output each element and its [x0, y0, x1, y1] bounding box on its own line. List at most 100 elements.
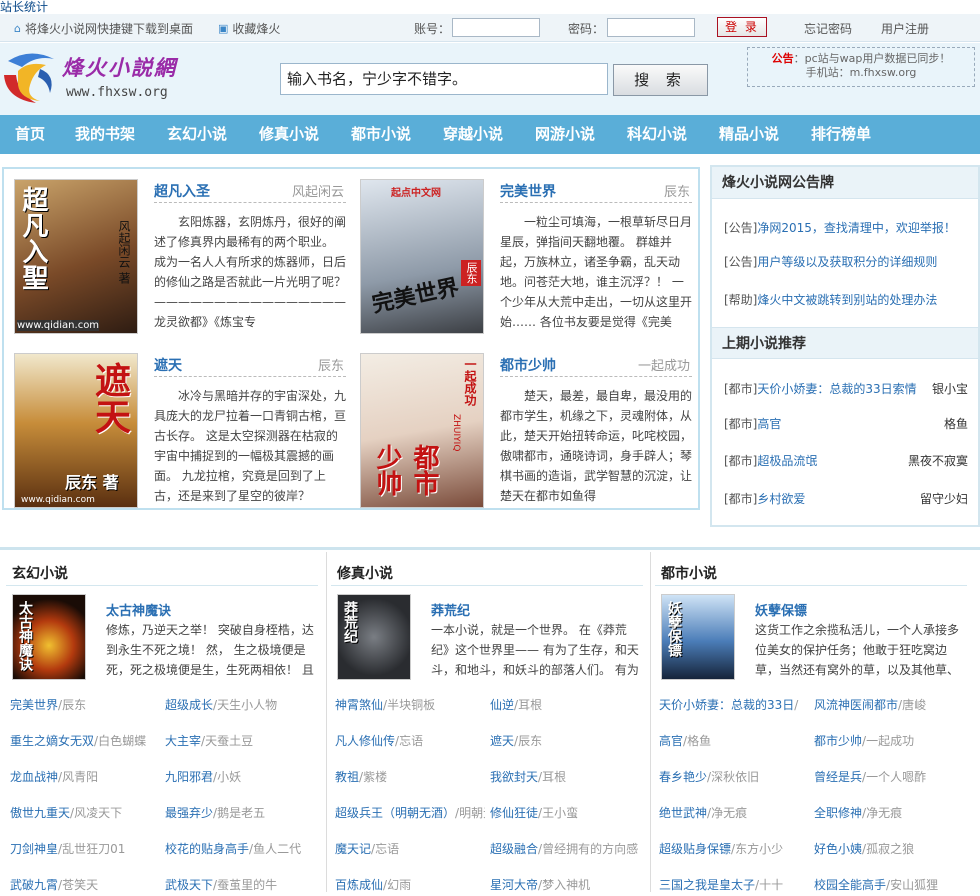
book-link[interactable]: 魔天记/忘语	[335, 838, 485, 860]
announcement-item[interactable]: [公告]净网2015，查找清理中，欢迎举报！	[724, 219, 970, 236]
category-top-cover[interactable]: 太古神魔诀	[12, 594, 86, 680]
book-link[interactable]: 春乡艳少/深秋依旧	[659, 766, 809, 788]
nav-item[interactable]: 都市小说	[351, 115, 411, 154]
book-link[interactable]: 好色小姨/孤寂之狼	[814, 838, 964, 860]
book-link[interactable]: 星河大帝/梦入神机	[490, 874, 640, 896]
book-link[interactable]: 我欲封天/耳根	[490, 766, 640, 788]
category-top-cover[interactable]: 妖孽保镖	[661, 594, 735, 680]
recommend-author: 银小宝	[931, 382, 968, 396]
category-top-title[interactable]: 妖孽保镖	[755, 600, 807, 619]
book-link[interactable]: 都市少帅/一起成功	[814, 730, 964, 752]
announcement-item[interactable]: [帮助]烽火中文被跳转到别站的处理办法	[724, 291, 970, 308]
forgot-password-link[interactable]: 忘记密码	[804, 20, 852, 37]
book-link-title: 星河大帝	[490, 878, 539, 892]
nav-item[interactable]: 我的书架	[75, 115, 135, 154]
book-link-title: 校花的贴身高手	[165, 842, 250, 856]
book-cover[interactable]: 遮天 辰东 著 www.qidian.com	[14, 353, 138, 508]
login-button[interactable]: 登 录	[717, 17, 767, 37]
book-link[interactable]: 修仙狂徒/王小蛮	[490, 802, 640, 824]
book-cover[interactable]: 都市少帅 一起成功 ZHUIYIQ	[360, 353, 484, 508]
nav-item[interactable]: 穿越小说	[443, 115, 503, 154]
book-link[interactable]: 武破九霄/苍笑天	[10, 874, 160, 896]
nav-item[interactable]: 修真小说	[259, 115, 319, 154]
category-title: 玄幻小说	[12, 566, 68, 582]
book-link[interactable]: 九阳邪君/小妖	[165, 766, 315, 788]
register-link[interactable]: 用户注册	[881, 20, 929, 37]
book-link[interactable]: 凡人修仙传/忘语	[335, 730, 485, 752]
book-link[interactable]: 三国之我是皇太子/十十	[659, 874, 809, 896]
cover-title: 都市少帅	[372, 444, 439, 496]
book-link[interactable]: 仙逆/耳根	[490, 694, 640, 716]
recommend-item[interactable]: [都市]高官 格鱼	[724, 415, 968, 432]
category-top-title[interactable]: 太古神魔诀	[106, 600, 171, 619]
book-link-title: 好色小姨	[814, 842, 863, 856]
book-link[interactable]: 重生之嫡女无双/白色蝴蝶	[10, 730, 160, 752]
book-link[interactable]: 遮天/辰东	[490, 730, 640, 752]
book-link[interactable]: 神霄煞仙/半块铜板	[335, 694, 485, 716]
book-link[interactable]: 教祖/紫楼	[335, 766, 485, 788]
nav-item[interactable]: 玄幻小说	[167, 115, 227, 154]
recommend-item[interactable]: [都市]超极品流氓 黑夜不寂寞	[724, 452, 968, 469]
book-title[interactable]: 超凡入圣	[154, 181, 210, 201]
book-author: 风起闲云	[291, 185, 344, 200]
book-link[interactable]: 风流神医闹都市/唐峻	[814, 694, 964, 716]
book-link-title: 龙血战神	[10, 770, 59, 784]
book-title[interactable]: 遮天	[154, 355, 182, 375]
book-link-title: 遮天	[490, 734, 515, 748]
book-cover[interactable]: 完美世界 辰东 起点中文网	[360, 179, 484, 334]
account-input[interactable]	[452, 18, 540, 37]
book-link-author: 耳根	[518, 698, 543, 712]
book-link[interactable]: 超级融合/曾经拥有的方向感	[490, 838, 640, 860]
stat-link[interactable]: 站长统计	[0, 0, 48, 14]
book-link[interactable]: 最强弃少/鹅是老五	[165, 802, 315, 824]
book-link[interactable]: 高官/格鱼	[659, 730, 809, 752]
book-link[interactable]: 大主宰/天蚕土豆	[165, 730, 315, 752]
book-link-title: 修仙狂徒	[490, 806, 539, 820]
bookmark-link[interactable]: ▣ 收藏烽火	[218, 20, 280, 37]
side-panel: 烽火小说网公告牌 [公告]净网2015，查找清理中，欢迎举报！ [公告]用户等级…	[710, 165, 980, 527]
book-cover[interactable]: 超凡入聖 风起闲云 著 www.qidian.com	[14, 179, 138, 334]
book-link[interactable]: 校花的贴身高手/鱼人二代	[165, 838, 315, 860]
category-top-cover[interactable]: 莽荒纪	[337, 594, 411, 680]
book-link[interactable]: 超级成长/天生小人物	[165, 694, 315, 716]
book-link[interactable]: 绝世武神/净无痕	[659, 802, 809, 824]
book-link[interactable]: 武极天下/蚕茧里的牛	[165, 874, 315, 896]
book-link[interactable]: 完美世界/辰东	[10, 694, 160, 716]
book-link[interactable]: 刀剑神皇/乱世狂刀01	[10, 838, 160, 860]
notice-line2: 手机站：m.fhxsw.org	[805, 66, 917, 79]
category-top-desc: 这货工作之余揽私活儿，一个人承接多位美女的保护任务；他敢于狂吃窝边草，当然还有窝…	[755, 623, 960, 677]
book-title[interactable]: 都市少帅	[500, 355, 556, 375]
nav-item[interactable]: 首页	[15, 115, 45, 154]
divider	[500, 202, 692, 203]
book-link-title: 魔天记	[335, 842, 372, 856]
announcement-item[interactable]: [公告]用户等级以及获取积分的详细规则	[724, 253, 970, 270]
book-link[interactable]: 傲世九重天/风凌天下	[10, 802, 160, 824]
book-link[interactable]: 全职修神/净无痕	[814, 802, 964, 824]
book-link-sep: /	[794, 698, 799, 712]
book-link[interactable]: 超级贴身保镖/东方小少	[659, 838, 809, 860]
cover-author: 一起成功	[463, 358, 477, 406]
category-top-title[interactable]: 莽荒纪	[431, 600, 470, 619]
book-author: 一起成功	[637, 359, 690, 374]
search-input[interactable]: 输入书名，宁少字不错字。	[280, 63, 608, 95]
nav-item[interactable]: 排行榜单	[811, 115, 871, 154]
book-link[interactable]: 校园全能高手/安山狐狸	[814, 874, 964, 896]
recommend-item[interactable]: [都市]乡村欲爱 留守少妇	[724, 490, 968, 507]
book-link[interactable]: 龙血战神/风青阳	[10, 766, 160, 788]
book-link-title: 三国之我是皇太子	[659, 878, 756, 892]
site-logo[interactable]: 烽火小説網 www.fhxsw.org	[0, 43, 200, 115]
shortcut-link[interactable]: ⌂ 将烽火小说网快捷键下载到桌面	[14, 20, 193, 37]
password-input[interactable]	[607, 18, 695, 37]
book-title[interactable]: 完美世界	[500, 181, 556, 201]
nav-item[interactable]: 精品小说	[719, 115, 779, 154]
search-button[interactable]: 搜 索	[613, 64, 708, 96]
book-link[interactable]: 百炼成仙/幻雨	[335, 874, 485, 896]
book-link[interactable]: 曾经是兵/一个人嗯酢	[814, 766, 964, 788]
book-link[interactable]: 天价小娇妻：总裁的33日/	[659, 694, 809, 716]
book-link-author: 风青阳	[62, 770, 99, 784]
recommend-author: 留守少妇	[919, 492, 968, 506]
recommend-item[interactable]: [都市]天价小娇妻：总裁的33日索情 银小宝	[724, 380, 968, 397]
nav-item[interactable]: 科幻小说	[627, 115, 687, 154]
nav-item[interactable]: 网游小说	[535, 115, 595, 154]
book-link[interactable]: 超级兵王（明朝无酒）/明朝无酒	[335, 802, 485, 824]
